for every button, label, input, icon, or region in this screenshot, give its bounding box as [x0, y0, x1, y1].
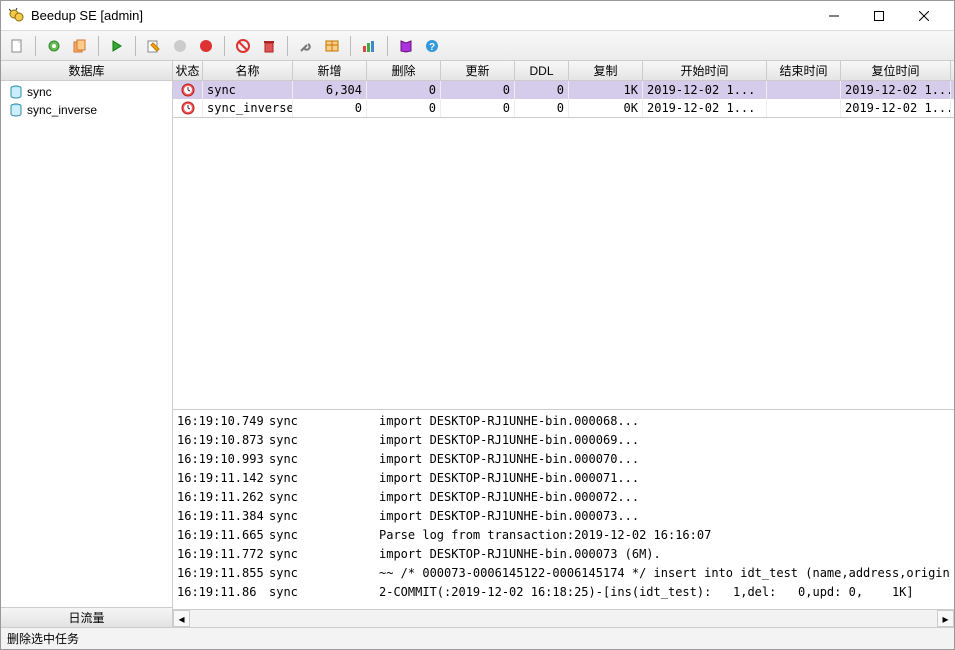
col-ddl[interactable]: DDL — [515, 61, 569, 80]
log-line: 16:19:10.993syncimport DESKTOP-RJ1UNHE-b… — [177, 450, 950, 469]
copy-cell: 0K — [569, 99, 643, 117]
end-cell — [767, 81, 841, 99]
forbid-button[interactable] — [231, 34, 255, 58]
restore-cell: 2019-12-02 1... — [841, 99, 951, 117]
ddl-cell: 0 — [515, 81, 569, 99]
copy-cell: 1K — [569, 81, 643, 99]
col-copy[interactable]: 复制 — [569, 61, 643, 80]
minimize-button[interactable] — [811, 2, 856, 30]
new-button[interactable] — [5, 34, 29, 58]
sidebar: 数据库 sync sync_inverse 日流量 — [1, 61, 173, 627]
log-line: 16:19:11.855sync~~ /* 000073-0006145122-… — [177, 564, 950, 583]
app-icon — [9, 8, 25, 24]
edit-button[interactable] — [142, 34, 166, 58]
name-cell: sync_inverse — [203, 99, 293, 117]
status-cell — [173, 81, 203, 99]
ddl-cell: 0 — [515, 99, 569, 117]
stop-disabled-button — [168, 34, 192, 58]
log-panel[interactable]: 16:19:10.749syncimport DESKTOP-RJ1UNHE-b… — [173, 409, 954, 609]
grid-header: 状态 名称 新增 删除 更新 DDL 复制 开始时间 结束时间 复位时间 — [173, 61, 954, 81]
help-button[interactable]: ? — [420, 34, 444, 58]
col-start[interactable]: 开始时间 — [643, 61, 767, 80]
col-del[interactable]: 删除 — [367, 61, 441, 80]
stop-red-button[interactable] — [194, 34, 218, 58]
log-line: 16:19:11.384syncimport DESKTOP-RJ1UNHE-b… — [177, 507, 950, 526]
col-add[interactable]: 新增 — [293, 61, 367, 80]
db-tree[interactable]: sync sync_inverse — [1, 81, 172, 607]
main-area: 数据库 sync sync_inverse 日流量 状态 名称 新增 删除 更新… — [1, 61, 954, 627]
tree-item[interactable]: sync_inverse — [5, 101, 168, 119]
chart-button[interactable] — [357, 34, 381, 58]
status-cell — [173, 99, 203, 117]
database-icon — [9, 103, 23, 117]
tool-button[interactable] — [294, 34, 318, 58]
statusbar-text: 删除选中任务 — [7, 630, 79, 647]
col-upd[interactable]: 更新 — [441, 61, 515, 80]
copy-config-button[interactable] — [68, 34, 92, 58]
horizontal-scrollbar[interactable]: ◂ ▸ — [173, 609, 954, 627]
tree-item-label: sync — [27, 85, 52, 99]
database-icon — [9, 85, 23, 99]
upd-cell: 0 — [441, 81, 515, 99]
clock-icon — [181, 83, 195, 97]
window-title: Beedup SE [admin] — [31, 8, 811, 23]
add-cell: 0 — [293, 99, 367, 117]
name-cell: sync — [203, 81, 293, 99]
end-cell — [767, 99, 841, 117]
log-line: 16:19:11.142syncimport DESKTOP-RJ1UNHE-b… — [177, 469, 950, 488]
upd-cell: 0 — [441, 99, 515, 117]
tree-item-label: sync_inverse — [27, 103, 97, 117]
log-line: 16:19:11.665syncParse log from transacti… — [177, 526, 950, 545]
run-button[interactable] — [105, 34, 129, 58]
maximize-button[interactable] — [856, 2, 901, 30]
close-button[interactable] — [901, 2, 946, 30]
statusbar: 删除选中任务 — [1, 627, 954, 649]
sidebar-header: 数据库 — [1, 61, 172, 81]
col-name[interactable]: 名称 — [203, 61, 293, 80]
sidebar-bottom-label[interactable]: 日流量 — [1, 607, 172, 627]
log-line: 16:19:10.749syncimport DESKTOP-RJ1UNHE-b… — [177, 412, 950, 431]
svg-text:?: ? — [429, 42, 435, 53]
clock-icon — [181, 101, 195, 115]
col-end[interactable]: 结束时间 — [767, 61, 841, 80]
log-line: 16:19:11.772syncimport DESKTOP-RJ1UNHE-b… — [177, 545, 950, 564]
titlebar: Beedup SE [admin] — [1, 1, 954, 31]
start-cell: 2019-12-02 1... — [643, 99, 767, 117]
delete-button[interactable] — [257, 34, 281, 58]
tree-item[interactable]: sync — [5, 83, 168, 101]
grid-row[interactable]: sync_inverse 0 0 0 0 0K 2019-12-02 1... … — [173, 99, 954, 117]
grid-filler — [173, 118, 954, 409]
config-button[interactable] — [42, 34, 66, 58]
grid-row[interactable]: sync 6,304 0 0 0 1K 2019-12-02 1... 2019… — [173, 81, 954, 99]
del-cell: 0 — [367, 99, 441, 117]
toolbar: ? — [1, 31, 954, 61]
del-cell: 0 — [367, 81, 441, 99]
col-restore[interactable]: 复位时间 — [841, 61, 951, 80]
book-button[interactable] — [394, 34, 418, 58]
start-cell: 2019-12-02 1... — [643, 81, 767, 99]
scroll-left-icon[interactable]: ◂ — [173, 610, 190, 627]
restore-cell: 2019-12-02 1... — [841, 81, 951, 99]
right-panel: 状态 名称 新增 删除 更新 DDL 复制 开始时间 结束时间 复位时间 syn… — [173, 61, 954, 627]
scroll-track[interactable] — [190, 610, 937, 627]
scroll-right-icon[interactable]: ▸ — [937, 610, 954, 627]
log-line: 16:19:11.262syncimport DESKTOP-RJ1UNHE-b… — [177, 488, 950, 507]
log-line: 16:19:10.873syncimport DESKTOP-RJ1UNHE-b… — [177, 431, 950, 450]
table-button[interactable] — [320, 34, 344, 58]
log-line: 16:19:11.86sync2-COMMIT(:2019-12-02 16:1… — [177, 583, 950, 602]
task-grid: 状态 名称 新增 删除 更新 DDL 复制 开始时间 结束时间 复位时间 syn… — [173, 61, 954, 118]
add-cell: 6,304 — [293, 81, 367, 99]
col-status[interactable]: 状态 — [173, 61, 203, 80]
